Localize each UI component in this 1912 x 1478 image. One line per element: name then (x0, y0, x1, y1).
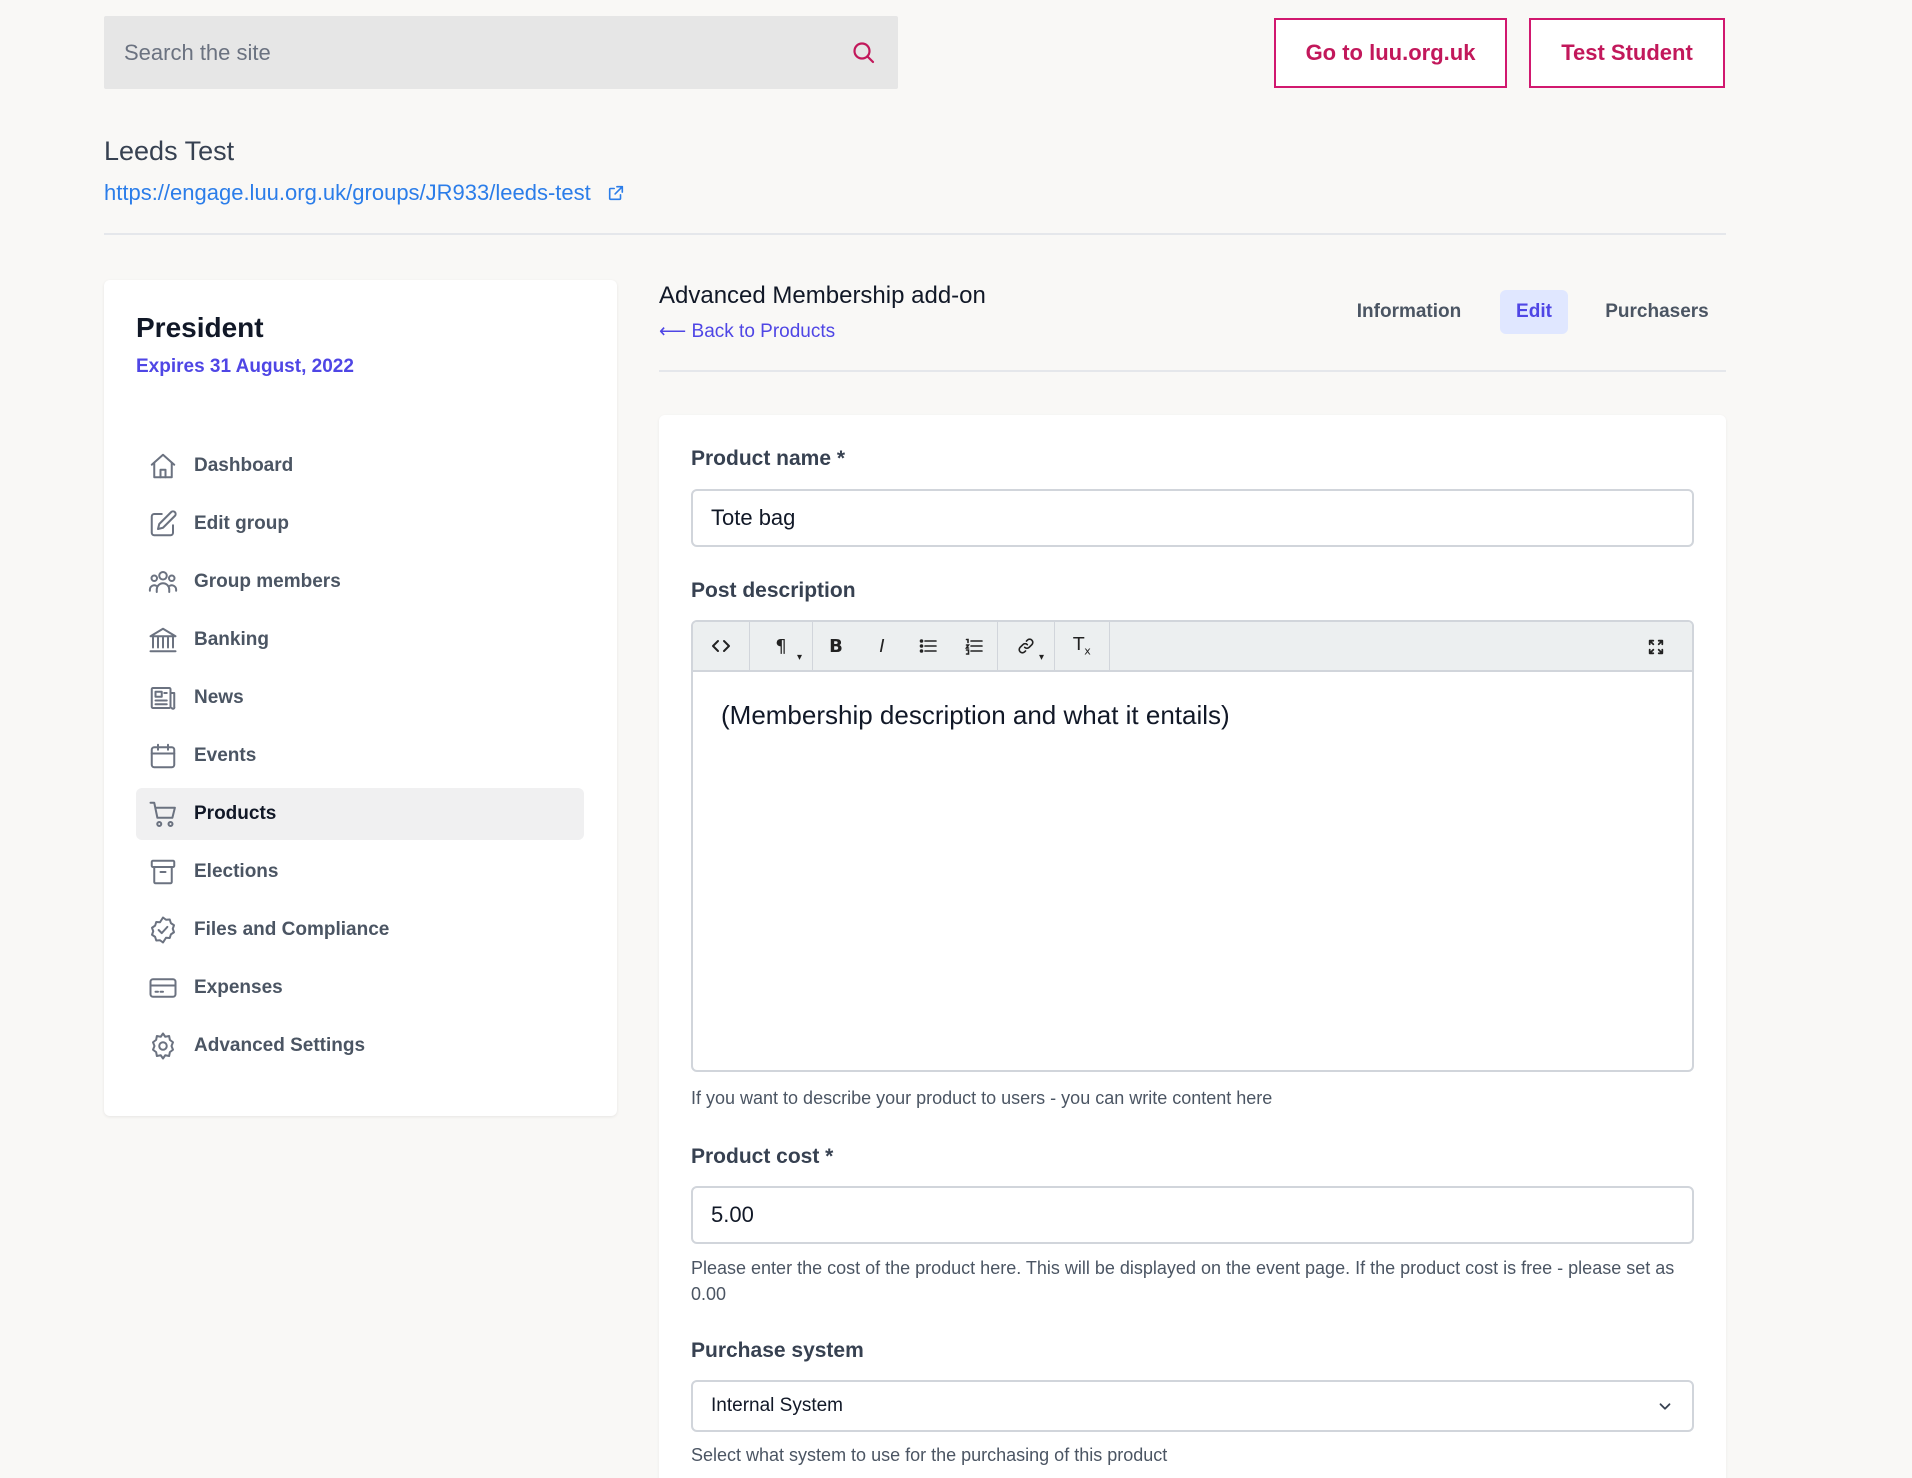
sidebar-item-label: Files and Compliance (194, 919, 390, 940)
clear-format-icon: Tx (1073, 634, 1091, 658)
purchase-system-select[interactable]: Internal System (691, 1380, 1694, 1432)
sidebar-item-news[interactable]: News (136, 672, 584, 724)
product-cost-field[interactable]: 5.00 (691, 1186, 1694, 1244)
group-url-text[interactable]: https://engage.luu.org.uk/groups/JR933/l… (104, 180, 591, 206)
badge-check-icon (148, 915, 178, 945)
go-to-luu-button[interactable]: Go to luu.org.uk (1274, 18, 1507, 88)
description-label: Post description (691, 579, 856, 602)
cart-icon (148, 799, 178, 829)
sidebar-item-banking[interactable]: Banking (136, 614, 584, 666)
numbered-list-button[interactable] (951, 622, 997, 671)
sidebar-item-dashboard[interactable]: Dashboard (136, 440, 584, 492)
product-form: Product name * Tote bag Post description… (659, 415, 1726, 1478)
sidebar: President Expires 31 August, 2022 Dashbo… (104, 280, 617, 1116)
bank-icon (148, 625, 178, 655)
bold-icon: B (829, 635, 843, 657)
sidebar-item-elections[interactable]: Elections (136, 846, 584, 898)
sidebar-item-label: News (194, 687, 244, 708)
code-view-button[interactable] (693, 622, 749, 671)
sidebar-item-label: Elections (194, 861, 279, 882)
sidebar-item-label: Products (194, 803, 277, 824)
role-expiry: Expires 31 August, 2022 (136, 356, 354, 377)
editor-toolbar: ¶ ▾ B I ▾ Tx (693, 622, 1692, 672)
search-icon[interactable] (850, 39, 878, 67)
paragraph-style-button[interactable]: ¶ ▾ (750, 622, 812, 671)
sidebar-item-files-compliance[interactable]: Files and Compliance (136, 904, 584, 956)
tab-purchasers[interactable]: Purchasers (1592, 290, 1722, 334)
sidebar-item-advanced-settings[interactable]: Advanced Settings (136, 1020, 584, 1072)
product-name-value: Tote bag (711, 505, 796, 530)
edit-icon (148, 509, 178, 539)
numbered-list-icon (965, 638, 983, 655)
tab-information[interactable]: Information (1341, 290, 1477, 334)
paragraph-icon: ¶ (775, 635, 787, 657)
sidebar-item-edit-group[interactable]: Edit group (136, 498, 584, 550)
site-search[interactable] (104, 16, 898, 89)
sidebar-item-label: Events (194, 745, 257, 766)
group-title: Leeds Test (104, 136, 235, 166)
bullet-list-button[interactable] (905, 622, 951, 671)
sidebar-item-label: Dashboard (194, 455, 294, 476)
product-name-label: Product name * (691, 447, 846, 470)
product-cost-value: 5.00 (711, 1202, 754, 1227)
group-url-link[interactable]: https://engage.luu.org.uk/groups/JR933/l… (104, 180, 625, 206)
bold-button[interactable]: B (813, 622, 859, 671)
sidebar-item-label: Expenses (194, 977, 283, 998)
purchase-system-value: Internal System (711, 1395, 843, 1416)
search-input[interactable] (124, 39, 850, 66)
sidebar-item-label: Banking (194, 629, 269, 650)
sidebar-nav: Dashboard Edit group Group members Banki… (136, 440, 584, 1078)
sidebar-item-group-members[interactable]: Group members (136, 556, 584, 608)
caret-down-icon: ▾ (796, 652, 802, 663)
code-icon (712, 640, 730, 652)
bullet-list-icon (919, 639, 937, 653)
page-title: Advanced Membership add-on (659, 282, 986, 309)
toolbar-separator (1109, 622, 1110, 671)
sidebar-item-label: Edit group (194, 513, 289, 534)
sidebar-item-label: Advanced Settings (194, 1035, 366, 1056)
description-help: If you want to describe your product to … (691, 1088, 1273, 1108)
italic-icon: I (879, 635, 885, 657)
gear-icon (148, 1031, 178, 1061)
home-icon (148, 451, 178, 481)
tab-edit[interactable]: Edit (1500, 290, 1568, 334)
product-cost-help: Please enter the cost of the product her… (691, 1258, 1675, 1304)
sidebar-item-expenses[interactable]: Expenses (136, 962, 584, 1014)
fullscreen-icon (1648, 639, 1664, 655)
header-divider (104, 233, 1726, 235)
users-icon (148, 567, 178, 597)
back-to-products-link[interactable]: ⟵ Back to Products (659, 320, 835, 343)
clear-format-button[interactable]: Tx (1055, 622, 1109, 671)
user-account-button[interactable]: Test Student (1529, 18, 1725, 88)
fullscreen-button[interactable] (1628, 622, 1684, 672)
purchase-system-help: Select what system to use for the purcha… (691, 1445, 1168, 1465)
chevron-down-icon (1659, 1403, 1671, 1410)
purchase-system-label: Purchase system (691, 1339, 864, 1362)
calendar-icon (148, 741, 178, 771)
link-icon (1018, 638, 1034, 654)
newspaper-icon (148, 683, 178, 713)
external-link-icon (608, 185, 623, 201)
italic-button[interactable]: I (859, 622, 905, 671)
sidebar-item-products[interactable]: Products (136, 788, 584, 840)
role-title: President (136, 312, 264, 343)
description-editor[interactable]: ¶ ▾ B I ▾ Tx (Membership description and… (691, 620, 1694, 1072)
product-name-field[interactable]: Tote bag (691, 489, 1694, 547)
product-cost-label: Product cost * (691, 1145, 834, 1168)
archive-icon (148, 857, 178, 887)
main-divider (659, 370, 1726, 372)
editor-content[interactable]: (Membership description and what it enta… (693, 672, 1692, 759)
sidebar-item-label: Group members (194, 571, 341, 592)
credit-card-icon (148, 973, 178, 1003)
sidebar-item-events[interactable]: Events (136, 730, 584, 782)
caret-down-icon: ▾ (1038, 652, 1044, 663)
link-button[interactable]: ▾ (998, 622, 1054, 671)
